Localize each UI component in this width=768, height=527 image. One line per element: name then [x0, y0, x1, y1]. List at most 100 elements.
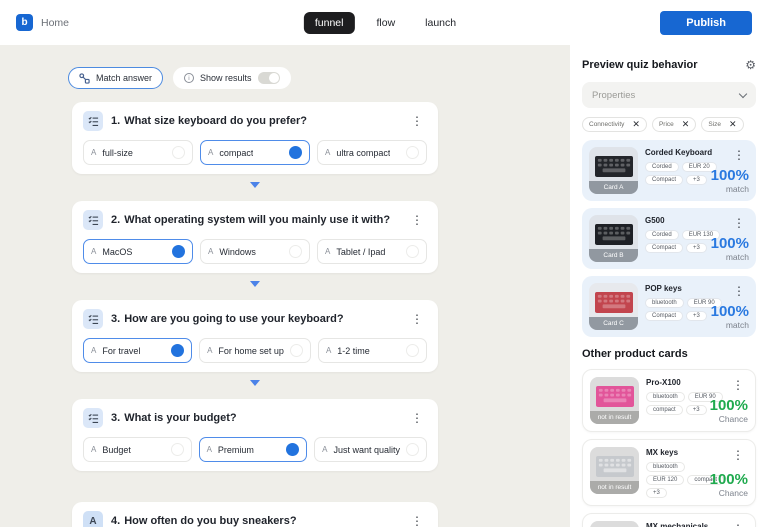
- properties-dropdown[interactable]: Properties: [582, 82, 756, 108]
- radio-icon[interactable]: [286, 443, 299, 456]
- kebab-menu-icon[interactable]: ⋮: [407, 113, 427, 129]
- tab-funnel[interactable]: funnel: [304, 12, 355, 34]
- close-icon[interactable]: ✕: [729, 120, 737, 129]
- product-card-matched[interactable]: Card C POP keys bluetooth EUR 90 Compact…: [582, 276, 756, 337]
- filter-chips: Connectivity ✕ Price ✕ Size ✕: [582, 117, 756, 132]
- answer-option[interactable]: A Windows: [200, 239, 310, 264]
- card-slot-label: Card A: [589, 181, 638, 194]
- product-tag: bluetooth: [646, 392, 685, 402]
- match-answer-icon: [79, 73, 90, 84]
- answer-option[interactable]: A Budget: [83, 437, 192, 462]
- home-link[interactable]: Home: [41, 17, 69, 29]
- match-answer-button[interactable]: Match answer: [68, 67, 163, 89]
- match-percent: 100%: [711, 236, 749, 253]
- card-slot-label: Card B: [589, 249, 638, 262]
- radio-icon[interactable]: [406, 245, 419, 258]
- product-tag: Compact: [645, 175, 683, 185]
- checklist-icon: [83, 408, 103, 428]
- brand[interactable]: b Home: [16, 14, 69, 31]
- product-tag: bluetooth: [646, 462, 685, 472]
- product-tag: +3: [646, 488, 667, 498]
- answer-option[interactable]: A Premium: [199, 437, 308, 462]
- product-tag: Compact: [645, 243, 683, 253]
- product-tag: Corded: [645, 162, 679, 172]
- question-card-3: 3.How are you going to use your keyboard…: [72, 300, 438, 372]
- product-tag: +3: [686, 311, 707, 321]
- product-card-other[interactable]: not in result Pro-X100 bluetooth EUR 90 …: [582, 369, 756, 432]
- properties-label: Properties: [592, 90, 635, 101]
- other-products-title: Other product cards: [582, 348, 756, 360]
- kebab-menu-icon[interactable]: ⋮: [728, 377, 748, 393]
- chance-percent-label: Chance: [710, 489, 748, 498]
- kebab-menu-icon[interactable]: ⋮: [407, 513, 427, 527]
- answer-option[interactable]: A Tablet / Ipad: [317, 239, 427, 264]
- product-name: Pro-X100: [646, 378, 703, 387]
- radio-icon[interactable]: [171, 344, 184, 357]
- question-title: 2.What operating system will you mainly …: [111, 214, 390, 226]
- product-card-other[interactable]: not in result MX mechanicals bluetooth E…: [582, 513, 756, 527]
- top-bar: b Home funnel flow launch Publish: [0, 0, 768, 45]
- radio-icon[interactable]: [406, 443, 419, 456]
- radio-icon[interactable]: [289, 146, 302, 159]
- kebab-menu-icon[interactable]: ⋮: [407, 311, 427, 327]
- not-in-result-label: not in result: [590, 481, 639, 494]
- match-percent-label: match: [711, 253, 749, 262]
- gear-icon[interactable]: ⚙: [745, 59, 756, 71]
- close-icon[interactable]: ✕: [632, 120, 640, 129]
- match-answer-label: Match answer: [96, 73, 152, 83]
- kebab-menu-icon[interactable]: ⋮: [729, 215, 749, 231]
- question-title: 4.How often do you buy sneakers?: [111, 515, 297, 527]
- tab-launch[interactable]: launch: [417, 12, 464, 34]
- preview-sidebar: Preview quiz behavior ⚙ Properties Conne…: [570, 45, 768, 527]
- filter-chip-connectivity[interactable]: Connectivity ✕: [582, 117, 647, 132]
- question-title: 1.What size keyboard do you prefer?: [111, 115, 307, 127]
- product-card-other[interactable]: not in result MX keys bluetooth EUR 120 …: [582, 439, 756, 506]
- answer-option[interactable]: A ultra compact: [317, 140, 427, 165]
- radio-icon[interactable]: [290, 344, 303, 357]
- product-image: not in result: [590, 521, 639, 527]
- answer-option[interactable]: A For home set up: [199, 338, 311, 363]
- chance-percent: 100%: [710, 398, 748, 415]
- kebab-menu-icon[interactable]: ⋮: [728, 521, 748, 527]
- checklist-icon: [83, 309, 103, 329]
- not-in-result-label: not in result: [590, 411, 639, 424]
- match-percent: 100%: [711, 168, 749, 185]
- product-tag: Corded: [645, 230, 679, 240]
- answer-option[interactable]: A For travel: [83, 338, 192, 363]
- product-image: not in result: [590, 377, 639, 424]
- product-card-matched[interactable]: Card B G500 Corded EUR 130 Compact +3 ⋮ …: [582, 208, 756, 269]
- radio-icon[interactable]: [171, 443, 184, 456]
- answer-option[interactable]: A full-size: [83, 140, 193, 165]
- close-icon[interactable]: ✕: [682, 120, 690, 129]
- kebab-menu-icon[interactable]: ⋮: [407, 212, 427, 228]
- tab-flow[interactable]: flow: [368, 12, 403, 34]
- filter-chip-price[interactable]: Price ✕: [652, 117, 696, 132]
- question-card-4: 3.What is your budget? ⋮ A Budget A Prem…: [72, 399, 438, 471]
- chance-percent-label: Chance: [710, 415, 748, 424]
- connector-arrow-icon: [250, 281, 260, 287]
- publish-button[interactable]: Publish: [660, 11, 752, 35]
- product-tag: EUR 120: [646, 475, 684, 485]
- funnel-canvas: Match answer i Show results 1.What size …: [0, 45, 570, 527]
- kebab-menu-icon[interactable]: ⋮: [729, 147, 749, 163]
- show-results-toggle[interactable]: [258, 72, 280, 84]
- kebab-menu-icon[interactable]: ⋮: [728, 447, 748, 463]
- product-tag: bluetooth: [645, 298, 684, 308]
- question-card-1: 1.What size keyboard do you prefer? ⋮ A …: [72, 102, 438, 174]
- radio-icon[interactable]: [289, 245, 302, 258]
- answer-option[interactable]: A MacOS: [83, 239, 193, 264]
- radio-icon[interactable]: [172, 245, 185, 258]
- product-name: MX mechanicals: [646, 522, 703, 527]
- text-answer-icon: A: [83, 511, 103, 527]
- answer-option[interactable]: A 1-2 time: [318, 338, 427, 363]
- radio-icon[interactable]: [406, 344, 419, 357]
- app-logo: b: [16, 14, 33, 31]
- filter-chip-size[interactable]: Size ✕: [701, 117, 743, 132]
- answer-option[interactable]: A Just want quality: [314, 437, 427, 462]
- radio-icon[interactable]: [172, 146, 185, 159]
- answer-option[interactable]: A compact: [200, 140, 310, 165]
- kebab-menu-icon[interactable]: ⋮: [729, 283, 749, 299]
- product-card-matched[interactable]: Card A Corded Keyboard Corded EUR 20 Com…: [582, 140, 756, 201]
- kebab-menu-icon[interactable]: ⋮: [407, 410, 427, 426]
- radio-icon[interactable]: [406, 146, 419, 159]
